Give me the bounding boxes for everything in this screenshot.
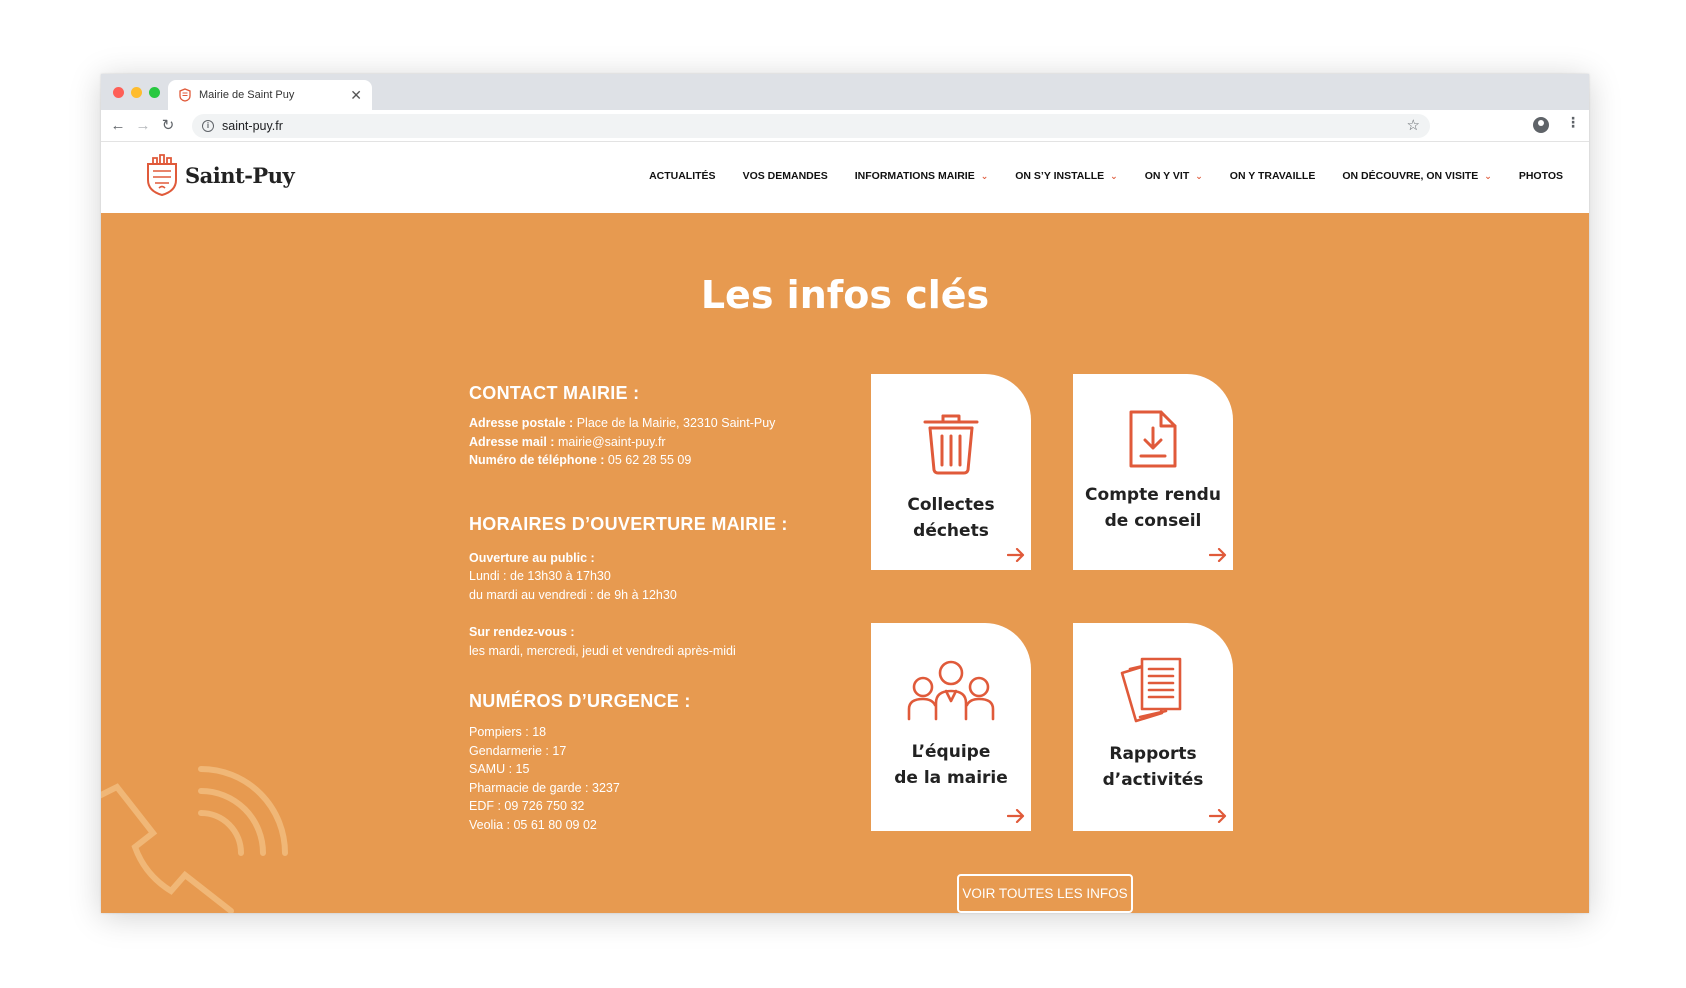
- main-navigation: ACTUALITÉS VOS DEMANDES INFORMATIONS MAIRI…: [649, 170, 1563, 182]
- arrow-right-icon: [1007, 548, 1025, 562]
- phone-decoration-icon: [101, 766, 288, 913]
- emergency-line: Veolia : 05 61 80 09 02: [469, 817, 597, 832]
- chevron-down-icon: ⌄: [1195, 170, 1203, 181]
- nav-item-label: ON S’Y INSTALLE: [1015, 170, 1105, 182]
- emergency-numbers: Pompiers : 18 Gendarmerie : 17 SAMU : 15…: [469, 723, 829, 834]
- nav-item-label: ACTUALITÉS: [649, 170, 716, 182]
- reports-icon: [1120, 657, 1182, 723]
- postal-label: Adresse postale :: [469, 416, 574, 430]
- nav-item-label: PHOTOS: [1518, 170, 1563, 182]
- card-label: Collectes déchets: [907, 495, 995, 541]
- phone-value[interactable]: 05 62 28 55 09: [608, 453, 691, 467]
- appointment-label: Sur rendez-vous :: [469, 625, 575, 639]
- site-favicon-icon: [179, 88, 191, 102]
- window-controls: [113, 87, 160, 98]
- hours-heading: HORAIRES D’OUVERTURE MAIRIE :: [469, 513, 788, 534]
- postal-value: Place de la Mairie, 32310 Saint-Puy: [576, 416, 776, 430]
- nav-item-label: ON Y VIT: [1144, 170, 1190, 182]
- arrow-right-icon: [1209, 548, 1227, 562]
- key-info-section: Les infos clés CONTACT MAIRIE : Adresse …: [101, 213, 1589, 913]
- document-download-icon: [1129, 410, 1177, 468]
- tab-bar: Mairie de Saint Puy ✕: [101, 74, 1589, 110]
- nav-item-0[interactable]: ACTUALITÉS: [649, 170, 716, 182]
- hours-line: Lundi : de 13h30 à 17h30: [469, 569, 611, 583]
- maximize-window-button[interactable]: [149, 87, 160, 98]
- appointment-line: les mardi, mercredi, jeudi et vendredi a…: [469, 643, 736, 658]
- town-crest-icon: [147, 154, 177, 196]
- minimize-window-button[interactable]: [131, 87, 142, 98]
- emergency-line: SAMU : 15: [469, 762, 530, 776]
- card-compte-rendu[interactable]: Compte rendu de conseil: [1073, 374, 1233, 570]
- phone-label: Numéro de téléphone :: [469, 453, 605, 467]
- emergency-line: Gendarmerie : 17: [469, 743, 567, 758]
- site-info-icon[interactable]: i: [202, 120, 214, 132]
- team-icon: [907, 660, 995, 721]
- logo-text: Saint-Puy: [185, 162, 295, 188]
- mail-value[interactable]: mairie@saint-puy.fr: [558, 435, 666, 449]
- nav-item-4[interactable]: ON Y VIT ⌄: [1145, 170, 1203, 182]
- chevron-down-icon: ⌄: [1484, 170, 1492, 181]
- trash-icon: [923, 414, 979, 475]
- bookmark-star-icon[interactable]: ☆: [1407, 116, 1420, 134]
- site-logo[interactable]: Saint-Puy: [145, 154, 295, 196]
- mail-label: Adresse mail :: [469, 434, 555, 449]
- reload-icon[interactable]: ↻: [159, 117, 177, 135]
- url-text: saint-puy.fr: [222, 119, 283, 133]
- nav-item-label: ON DÉCOUVRE, ON VISITE: [1342, 170, 1479, 182]
- nav-item-5[interactable]: ON Y TRAVAILLE: [1230, 170, 1316, 182]
- address-bar: ← → ↻ i saint-puy.fr ☆ ⋮: [101, 110, 1589, 142]
- nav-item-label: VOS DEMANDES: [742, 170, 828, 182]
- tab-title: Mairie de Saint Puy: [199, 89, 295, 101]
- forward-arrow-icon[interactable]: →: [134, 117, 152, 135]
- card-equipe-mairie[interactable]: L’équipe de la mairie: [871, 623, 1031, 831]
- chevron-down-icon: ⌄: [1110, 170, 1118, 181]
- nav-item-7[interactable]: PHOTOS: [1519, 170, 1563, 182]
- arrow-right-icon: [1007, 809, 1025, 823]
- browser-menu-icon[interactable]: ⋮: [1566, 115, 1580, 129]
- contact-info-column: CONTACT MAIRIE : Adresse postale : Place…: [469, 383, 829, 834]
- close-window-button[interactable]: [113, 87, 124, 98]
- card-label: Rapports d’activités: [1102, 744, 1204, 790]
- emergency-line: EDF : 09 726 750 32: [469, 799, 585, 813]
- section-title: Les infos clés: [700, 273, 990, 317]
- contact-details: Adresse postale : Place de la Mairie, 32…: [469, 414, 829, 470]
- account-icon[interactable]: [1533, 117, 1549, 133]
- card-label: L’équipe de la mairie: [894, 742, 1008, 788]
- close-tab-icon[interactable]: ✕: [350, 88, 362, 102]
- nav-item-3[interactable]: ON S’Y INSTALLE ⌄: [1015, 170, 1117, 182]
- contact-heading: CONTACT MAIRIE :: [469, 383, 640, 403]
- emergency-line: Pharmacie de garde : 3237: [469, 780, 620, 795]
- browser-window: Mairie de Saint Puy ✕ ← → ↻ i saint-puy.…: [101, 74, 1589, 913]
- url-field[interactable]: i saint-puy.fr ☆: [192, 114, 1430, 138]
- emergency-heading: NUMÉROS D’URGENCE :: [469, 691, 691, 711]
- nav-item-1[interactable]: VOS DEMANDES: [743, 170, 828, 182]
- hours-line: du mardi au vendredi : de 9h à 12h30: [469, 587, 677, 602]
- public-hours-label: Ouverture au public :: [469, 550, 595, 565]
- hours-details: Ouverture au public : Lundi : de 13h30 à…: [469, 549, 829, 661]
- arrow-right-icon: [1209, 809, 1227, 823]
- site-header: Saint-Puy ACTUALITÉS VOS DEMANDES INFORMAT…: [101, 143, 1589, 211]
- back-arrow-icon[interactable]: ←: [109, 117, 127, 135]
- nav-item-label: INFORMATIONS MAIRIE: [854, 170, 975, 182]
- nav-item-label: ON Y TRAVAILLE: [1229, 170, 1316, 182]
- see-all-info-button[interactable]: VOIR TOUTES LES INFOS: [957, 874, 1133, 913]
- card-rapports-activites[interactable]: Rapports d’activités: [1073, 623, 1233, 831]
- chevron-down-icon: ⌄: [980, 170, 989, 181]
- emergency-line: Pompiers : 18: [469, 725, 547, 739]
- browser-tab[interactable]: Mairie de Saint Puy ✕: [168, 80, 372, 110]
- nav-item-2[interactable]: INFORMATIONS MAIRIE ⌄: [855, 170, 989, 182]
- card-label: Compte rendu de conseil: [1085, 485, 1221, 531]
- nav-item-6[interactable]: ON DÉCOUVRE, ON VISITE ⌄: [1342, 170, 1491, 182]
- card-collectes-dechets[interactable]: Collectes déchets: [871, 374, 1031, 570]
